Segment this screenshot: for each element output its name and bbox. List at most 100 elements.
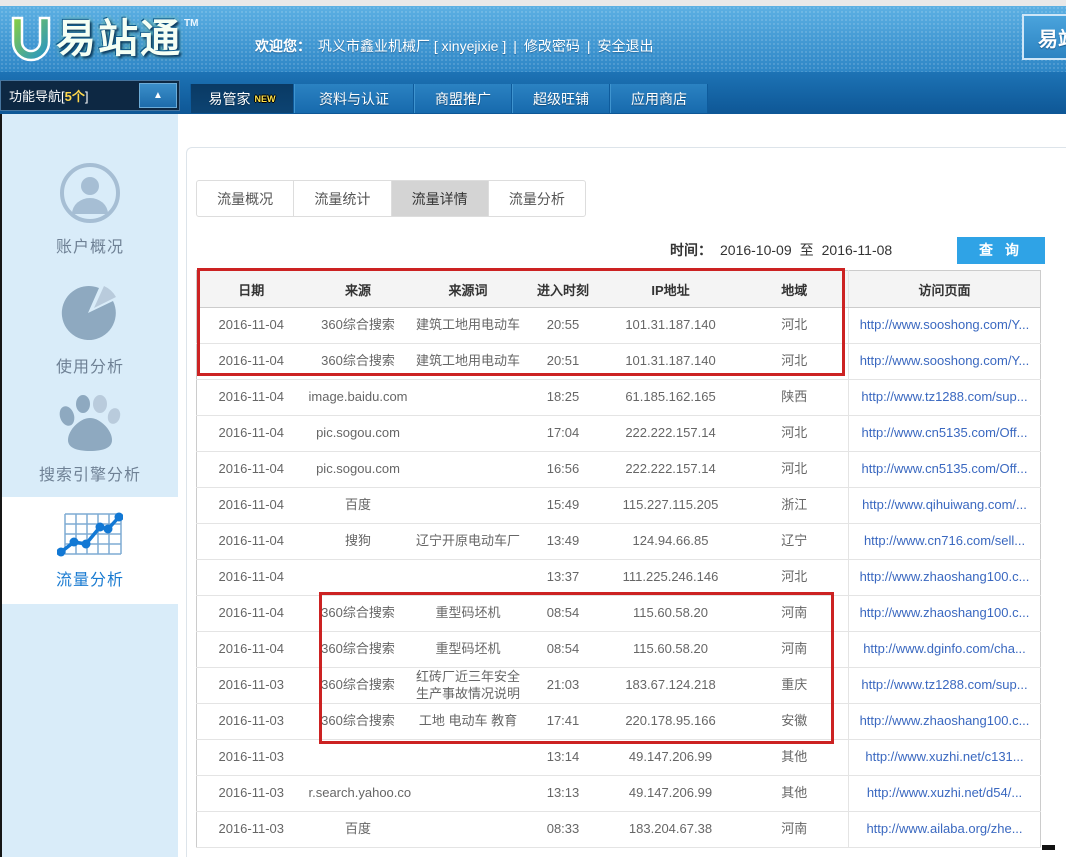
table-body: 2016-11-04 360综合搜索 建筑工地用电动车 20:55 101.31…: [197, 308, 1041, 848]
cell-ip: 222.222.157.14: [601, 452, 741, 488]
cell-ip: 101.31.187.140: [601, 308, 741, 344]
cell-region: 河北: [741, 416, 849, 452]
cell-date: 2016-11-03: [197, 704, 306, 740]
cell-ip: 49.147.206.99: [601, 740, 741, 776]
visit-page-link[interactable]: http://www.cn716.com/sell...: [864, 533, 1025, 548]
col-region: 地域: [741, 271, 849, 308]
cell-ip: 183.67.124.218: [601, 668, 741, 704]
function-nav-dropdown[interactable]: 功能导航[5个] ▲: [0, 80, 180, 111]
cell-entry-time: 20:55: [526, 308, 601, 344]
cell-visited-page: http://www.cn5135.com/Off...: [849, 416, 1041, 452]
table-row: 2016-11-04 pic.sogou.com 17:04 222.222.1…: [197, 416, 1041, 452]
cell-source: 360综合搜索: [306, 596, 411, 632]
table-row: 2016-11-04 360综合搜索 重型码坯机 08:54 115.60.58…: [197, 596, 1041, 632]
visit-page-link[interactable]: http://www.qihuiwang.com/...: [862, 497, 1027, 512]
tab-traffic-details[interactable]: 流量详情: [392, 181, 489, 216]
tab-traffic-overview[interactable]: 流量概况: [197, 181, 294, 216]
visit-page-link[interactable]: http://www.tz1288.com/sup...: [861, 389, 1027, 404]
cell-visited-page: http://www.cn716.com/sell...: [849, 524, 1041, 560]
nav-tab-ziliao[interactable]: 资料与认证: [294, 84, 414, 113]
cell-visited-page: http://www.ailaba.org/zhe...: [849, 812, 1041, 848]
cell-entry-time: 16:56: [526, 452, 601, 488]
cell-visited-page: http://www.zhaoshang100.c...: [849, 560, 1041, 596]
cell-keyword: [411, 452, 526, 488]
cell-entry-time: 13:13: [526, 776, 601, 812]
cell-source: [306, 560, 411, 596]
table-row: 2016-11-04 搜狗 辽宁开原电动车厂 13:49 124.94.66.8…: [197, 524, 1041, 560]
logo-u-icon: [6, 14, 56, 66]
cell-keyword: [411, 812, 526, 848]
separator: |: [513, 38, 517, 54]
col-ip: IP地址: [601, 271, 741, 308]
logo-tm: TM: [184, 18, 198, 29]
nav-tab-yiguanjia[interactable]: 易管家 NEW: [190, 84, 294, 113]
visit-page-link[interactable]: http://www.xuzhi.net/d54/...: [867, 785, 1022, 800]
cell-entry-time: 21:03: [526, 668, 601, 704]
col-date: 日期: [197, 271, 306, 308]
visit-page-link[interactable]: http://www.tz1288.com/sup...: [861, 677, 1027, 692]
collapse-arrow-icon[interactable]: ▲: [139, 83, 177, 108]
visit-page-link[interactable]: http://www.cn5135.com/Off...: [862, 425, 1028, 440]
logout-link[interactable]: 安全退出: [598, 36, 654, 56]
corner-yizhantong-button[interactable]: 易站通: [1022, 14, 1066, 60]
cell-keyword: 辽宁开原电动车厂: [411, 524, 526, 560]
user-icon: [59, 162, 121, 224]
new-badge: NEW: [255, 94, 276, 104]
cell-ip: 111.225.246.146: [601, 560, 741, 596]
cell-region: 其他: [741, 740, 849, 776]
nav-tab-shangmeng[interactable]: 商盟推广: [414, 84, 512, 113]
nav-tab-wangpu[interactable]: 超级旺铺: [512, 84, 610, 113]
traffic-table: 日期 来源 来源词 进入时刻 IP地址 地域 访问页面 2016-11-04 3…: [196, 270, 1041, 848]
cell-visited-page: http://www.xuzhi.net/c131...: [849, 740, 1041, 776]
traffic-table-wrap: 日期 来源 来源词 进入时刻 IP地址 地域 访问页面 2016-11-04 3…: [196, 270, 1041, 848]
visit-page-link[interactable]: http://www.zhaoshang100.c...: [860, 713, 1030, 728]
table-row: 2016-11-04 image.baidu.com 18:25 61.185.…: [197, 380, 1041, 416]
nav-tab-shangdian[interactable]: 应用商店: [610, 84, 708, 113]
cell-visited-page: http://www.xuzhi.net/d54/...: [849, 776, 1041, 812]
date-to-value[interactable]: 2016-11-08: [822, 242, 893, 258]
visit-page-link[interactable]: http://www.xuzhi.net/c131...: [865, 749, 1023, 764]
change-password-link[interactable]: 修改密码: [524, 36, 580, 56]
sidebar-item-traffic-analysis[interactable]: 流量分析: [2, 497, 178, 604]
tab-traffic-analysis[interactable]: 流量分析: [489, 181, 585, 216]
cell-ip: 183.204.67.38: [601, 812, 741, 848]
cell-keyword: 重型码坯机: [411, 596, 526, 632]
visit-page-link[interactable]: http://www.ailaba.org/zhe...: [866, 821, 1022, 836]
tab-traffic-stats[interactable]: 流量统计: [294, 181, 391, 216]
table-row: 2016-11-04 百度 15:49 115.227.115.205 浙江 h…: [197, 488, 1041, 524]
cursor-artifact: [1042, 845, 1055, 850]
welcome-label: 欢迎您：: [255, 36, 311, 56]
cell-visited-page: http://www.zhaoshang100.c...: [849, 596, 1041, 632]
cell-ip: 115.60.58.20: [601, 632, 741, 668]
visit-page-link[interactable]: http://www.sooshong.com/Y...: [860, 317, 1030, 332]
cell-source: pic.sogou.com: [306, 452, 411, 488]
sidebar-item-usage-analysis[interactable]: 使用分析: [2, 280, 178, 377]
cell-source: 百度: [306, 488, 411, 524]
cell-visited-page: http://www.qihuiwang.com/...: [849, 488, 1041, 524]
cell-source: 360综合搜索: [306, 668, 411, 704]
visit-page-link[interactable]: http://www.zhaoshang100.c...: [860, 569, 1030, 584]
cell-region: 河南: [741, 596, 849, 632]
cell-keyword: [411, 740, 526, 776]
cell-entry-time: 08:54: [526, 596, 601, 632]
table-row: 2016-11-03 360综合搜索 红砖厂近三年安全生产事故情况说明 21:0…: [197, 668, 1041, 704]
cell-ip: 115.60.58.20: [601, 596, 741, 632]
cell-date: 2016-11-04: [197, 632, 306, 668]
query-button[interactable]: 查 询: [957, 237, 1045, 264]
function-nav-label: 功能导航[5个]: [1, 86, 139, 105]
date-from-value[interactable]: 2016-10-09: [720, 242, 792, 258]
sidebar-item-account-overview[interactable]: 账户概况: [2, 162, 178, 257]
visit-page-link[interactable]: http://www.cn5135.com/Off...: [862, 461, 1028, 476]
cell-date: 2016-11-03: [197, 668, 306, 704]
table-row: 2016-11-03 r.search.yahoo.com 13:13 49.1…: [197, 776, 1041, 812]
cell-ip: 101.31.187.140: [601, 344, 741, 380]
visit-page-link[interactable]: http://www.zhaoshang100.c...: [860, 605, 1030, 620]
logo: 易站通 TM: [6, 14, 198, 66]
cell-source: [306, 740, 411, 776]
visit-page-link[interactable]: http://www.sooshong.com/Y...: [860, 353, 1030, 368]
table-row: 2016-11-03 百度 08:33 183.204.67.38 河南 htt…: [197, 812, 1041, 848]
sidebar-item-search-engine-analysis[interactable]: 搜索引擎分析: [2, 394, 178, 485]
table-row: 2016-11-03 13:14 49.147.206.99 其他 http:/…: [197, 740, 1041, 776]
visit-page-link[interactable]: http://www.dginfo.com/cha...: [863, 641, 1026, 656]
table-row: 2016-11-04 13:37 111.225.246.146 河北 http…: [197, 560, 1041, 596]
